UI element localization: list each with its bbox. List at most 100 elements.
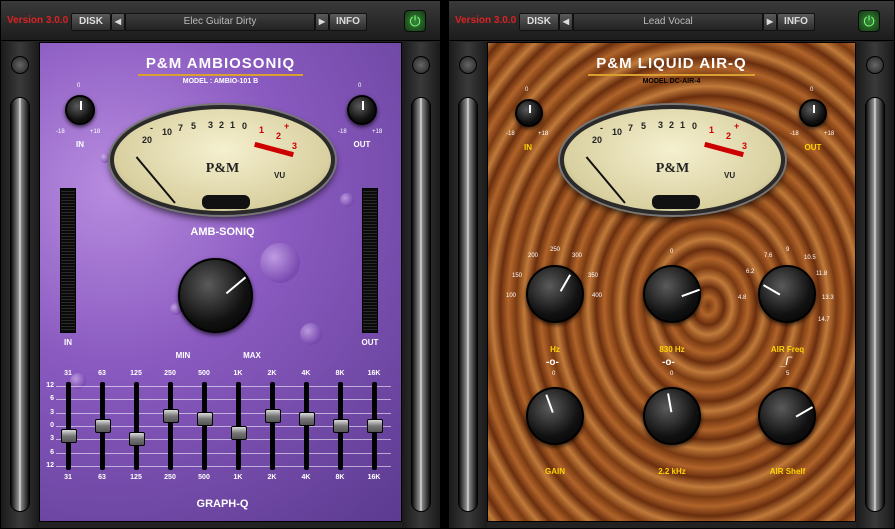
peak-shape-icon: -o- [662,357,675,368]
gain-2-2khz-knob[interactable] [643,387,701,445]
hz-knob[interactable] [526,265,584,323]
eq-band-slider-63[interactable] [94,419,111,433]
eq-band-slider-4K[interactable] [298,412,315,427]
mid-frequency-knob[interactable] [643,265,701,323]
db-scale-label: 6 [50,395,54,403]
eq-band-slider-31[interactable] [60,429,77,443]
eq-band-slider-500[interactable] [196,412,213,427]
peak-shape-icon: -o- [546,357,559,368]
gain-knob[interactable] [526,387,584,445]
band-label-bottom: 63 [98,474,106,481]
db-scale-label: 12 [46,462,54,469]
band-label-top: 125 [130,370,142,377]
band-label-top: 500 [198,370,210,377]
version-label: Version 3.0.0 [7,15,69,26]
screw-icon [11,56,29,74]
vu-meter: 20 10 7 5 3 2 1 0 1 2 3 - + P&M VU [560,105,785,215]
band-label-bottom: 125 [130,474,142,481]
band-label-top: 2K [267,370,277,377]
rack-handle [458,97,478,512]
amb-soniq-knob[interactable] [178,258,253,333]
eq-band-slider-8K[interactable] [332,419,349,433]
amb-max-label: MAX [243,351,261,360]
out-label: OUT [353,140,371,149]
info-button[interactable]: INFO [329,13,367,31]
top-bar: Version 3.0.0 DISK ◀ Lead Vocal ▶ INFO ⏻ [449,1,894,41]
input-gain-knob[interactable] [515,99,543,127]
db-scale-label: 3 [50,408,54,416]
brand-title: P&M AMBIOSONIQ [40,53,401,76]
eq-slider-track [168,382,173,470]
amb-min-label: MIN [175,351,191,360]
gain-label: GAIN [545,467,565,476]
band-label-top: 16K [367,370,381,377]
plugin-face: P&M LIQUID AIR-Q MODEL DC-AIR-4 0 -18 +1… [487,42,856,522]
brand-title: P&M LIQUID AIR-Q [488,53,855,76]
disk-button[interactable]: DISK [519,13,559,31]
screw-icon [866,56,884,74]
eq-band-slider-16K[interactable] [366,419,383,433]
khz-label: 2.2 kHz [658,467,686,476]
plugin-face: P&M AMBIOSONIQ MODEL : AMBIO-101 B 0 -18… [39,42,402,522]
db-scale-label: 12 [46,382,54,389]
rack-handle [865,97,885,512]
band-label-bottom: 8K [335,474,345,481]
meter-in-label: IN [64,338,72,347]
in-label: IN [524,143,532,152]
preset-prev-button[interactable]: ◀ [559,13,573,31]
output-gain-knob[interactable] [799,99,827,127]
mid-frequency-label: 830 Hz [659,345,685,354]
power-icon[interactable]: ⏻ [858,10,880,32]
model-label: MODEL : AMBIO-101 B [182,78,259,85]
eq-band-slider-125[interactable] [128,432,145,447]
hz-label: Hz [550,345,560,354]
out-label: OUT [804,143,822,152]
db-scale-label: 0 [50,422,54,429]
right-rail [402,42,440,528]
preset-prev-button[interactable]: ◀ [111,13,125,31]
band-label-top: 250 [164,370,176,377]
preset-next-button[interactable]: ▶ [763,13,777,31]
band-label-top: 1K [233,370,243,377]
left-rail [1,42,39,528]
power-icon[interactable]: ⏻ [404,10,426,32]
meter-out-label: OUT [361,338,379,347]
band-label-bottom: 1K [233,474,243,481]
rack-handle [10,97,30,512]
graph-q-label: GRAPH-Q [196,498,249,510]
band-label-bottom: 16K [367,474,381,481]
preset-name-field[interactable]: Elec Guitar Dirty [125,13,315,31]
info-button[interactable]: INFO [777,13,815,31]
eq-band-slider-1K[interactable] [230,425,247,440]
version-label: Version 3.0.0 [455,15,517,26]
eq-slider-track [134,382,139,470]
liquid-air-q-plugin: Version 3.0.0 DISK ◀ Lead Vocal ▶ INFO ⏻… [448,0,895,529]
band-label-bottom: 2K [267,474,277,481]
air-freq-label: AIR Freq [770,345,805,354]
shelf-shape-icon: _/‾ [780,357,792,368]
amb-soniq-label: AMB-SONIQ [190,226,255,238]
preset-name-field[interactable]: Lead Vocal [573,13,763,31]
db-scale-label: 3 [50,435,54,443]
left-rail [449,42,487,528]
band-label-bottom: 500 [198,474,210,481]
input-meter [60,188,76,333]
input-gain-knob[interactable] [65,95,95,125]
in-label: IN [76,140,84,149]
disk-button[interactable]: DISK [71,13,111,31]
band-label-top: 4K [301,370,311,377]
db-scale-label: 6 [50,448,54,456]
preset-next-button[interactable]: ▶ [315,13,329,31]
top-bar: Version 3.0.0 DISK ◀ Elec Guitar Dirty ▶… [1,1,440,41]
eq-slider-track [270,382,275,470]
eq-band-slider-2K[interactable] [264,409,281,423]
eq-band-slider-250[interactable] [162,409,179,423]
output-gain-knob[interactable] [347,95,377,125]
model-label: MODEL DC-AIR-4 [642,78,701,85]
output-meter [362,188,378,333]
band-label-top: 8K [335,370,345,377]
air-frequency-knob[interactable] [758,265,816,323]
air-shelf-knob[interactable] [758,387,816,445]
screw-icon [459,56,477,74]
ambiosoniq-plugin: Version 3.0.0 DISK ◀ Elec Guitar Dirty ▶… [0,0,441,529]
